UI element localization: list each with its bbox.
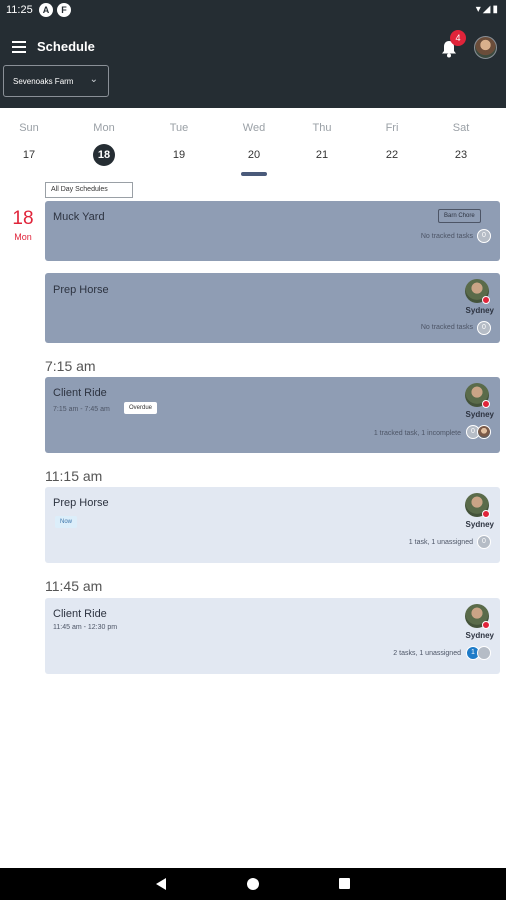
assignee-name: Sydney	[465, 520, 494, 529]
day-name: Wed	[242, 122, 266, 134]
task-summary: 2 tasks, 1 unassigned	[393, 650, 461, 657]
back-icon[interactable]	[156, 878, 166, 890]
system-nav-bar	[0, 868, 506, 900]
time-slot-label: 11:45 am	[45, 578, 103, 594]
day-name: Mon	[93, 122, 115, 134]
day-number: 20	[247, 149, 261, 161]
day-name: Thu	[312, 122, 332, 134]
menu-icon[interactable]	[12, 41, 26, 53]
time-range: 7:15 am - 7:45 am	[53, 406, 110, 413]
page-title: Schedule	[37, 39, 95, 54]
status-badge: Now	[55, 516, 78, 528]
day-number: 21	[315, 149, 329, 161]
recents-icon[interactable]	[339, 878, 350, 889]
card-title: Client Ride	[53, 608, 107, 620]
schedule-card[interactable]: Client Ride 7:15 am - 7:45 am Overdue Sy…	[45, 377, 500, 453]
task-summary: No tracked tasks	[420, 324, 473, 331]
schedule-card[interactable]: Prep Horse Sydney No tracked tasks 0	[45, 273, 500, 343]
farm-select-value: Sevenoaks Farm	[13, 77, 74, 86]
task-count: 0	[477, 229, 491, 243]
status-dot	[482, 621, 490, 629]
day-fri[interactable]: Fri 22	[367, 108, 417, 166]
status-dot	[482, 296, 490, 304]
notification-app-icon: A	[39, 3, 53, 17]
assignee-name: Sydney	[465, 631, 494, 640]
category-tag: Barn Chore	[438, 209, 481, 223]
time-slot-label: 11:15 am	[45, 468, 103, 484]
task-assignee-avatar	[477, 425, 491, 439]
date-number: 18	[12, 208, 34, 229]
all-day-schedules-button[interactable]: All Day Schedules	[45, 182, 133, 198]
day-sun[interactable]: Sun 17	[4, 108, 54, 166]
status-bar: 11:25 A F ▾◢▮	[0, 0, 506, 22]
status-dot	[482, 510, 490, 518]
schedule-card[interactable]: Muck Yard Barn Chore No tracked tasks 0	[45, 201, 500, 261]
assignee-name: Sydney	[465, 410, 494, 419]
day-number: 17	[22, 149, 36, 161]
system-status-icons: ▾◢▮	[475, 4, 500, 15]
card-title: Prep Horse	[53, 497, 109, 509]
assignee-avatar	[465, 383, 490, 408]
assignee-name: Sydney	[465, 306, 494, 315]
notification-app-icon: F	[57, 3, 71, 17]
card-title: Muck Yard	[53, 211, 105, 223]
day-wed[interactable]: Wed 20	[229, 108, 279, 166]
user-avatar[interactable]	[474, 36, 497, 59]
unassigned-icon	[477, 646, 491, 660]
task-summary: 1 tracked task, 1 incomplete	[373, 430, 461, 437]
time-range: 11:45 am - 12:30 pm	[53, 624, 118, 631]
date-label: 18 Mon	[9, 208, 37, 242]
day-sat[interactable]: Sat 23	[436, 108, 486, 166]
farm-select[interactable]: Sevenoaks Farm ⌄	[3, 65, 109, 97]
day-number: 19	[172, 149, 186, 161]
day-name: Tue	[169, 122, 189, 134]
week-strip: Sun 17 Mon 18 Tue 19 Wed 20 Thu 21 Fri 2…	[0, 108, 506, 178]
day-number: 22	[385, 149, 399, 161]
status-dot	[482, 400, 490, 408]
notification-badge: 4	[450, 30, 466, 46]
schedule-card[interactable]: Client Ride 11:45 am - 12:30 pm Sydney 2…	[45, 598, 500, 674]
assignee-avatar	[465, 279, 490, 304]
day-name: Sat	[452, 122, 470, 134]
day-name: Sun	[19, 122, 39, 134]
day-thu[interactable]: Thu 21	[297, 108, 347, 166]
home-icon[interactable]	[247, 878, 259, 890]
chevron-down-icon: ⌄	[89, 74, 98, 85]
day-number: 18	[93, 144, 115, 166]
day-mon[interactable]: Mon 18	[79, 108, 129, 166]
schedule-card[interactable]: Prep Horse Now Sydney 1 task, 1 unassign…	[45, 487, 500, 563]
today-indicator	[241, 172, 267, 176]
task-summary: 1 task, 1 unassigned	[408, 539, 473, 546]
status-time: 11:25	[6, 4, 33, 16]
status-badge: Overdue	[124, 402, 158, 414]
day-tue[interactable]: Tue 19	[154, 108, 204, 166]
day-number: 23	[454, 149, 468, 161]
time-slot-label: 7:15 am	[45, 358, 96, 374]
assignee-avatar	[465, 604, 490, 629]
assignee-avatar	[465, 493, 490, 518]
card-title: Client Ride	[53, 387, 107, 399]
date-weekday: Mon	[14, 232, 32, 242]
task-count: 0	[477, 535, 491, 549]
task-summary: No tracked tasks	[420, 233, 473, 240]
task-count: 0	[477, 321, 491, 335]
card-title: Prep Horse	[53, 284, 109, 296]
day-name: Fri	[385, 122, 399, 134]
app-bar: Schedule 4 Sevenoaks Farm ⌄	[0, 22, 506, 108]
